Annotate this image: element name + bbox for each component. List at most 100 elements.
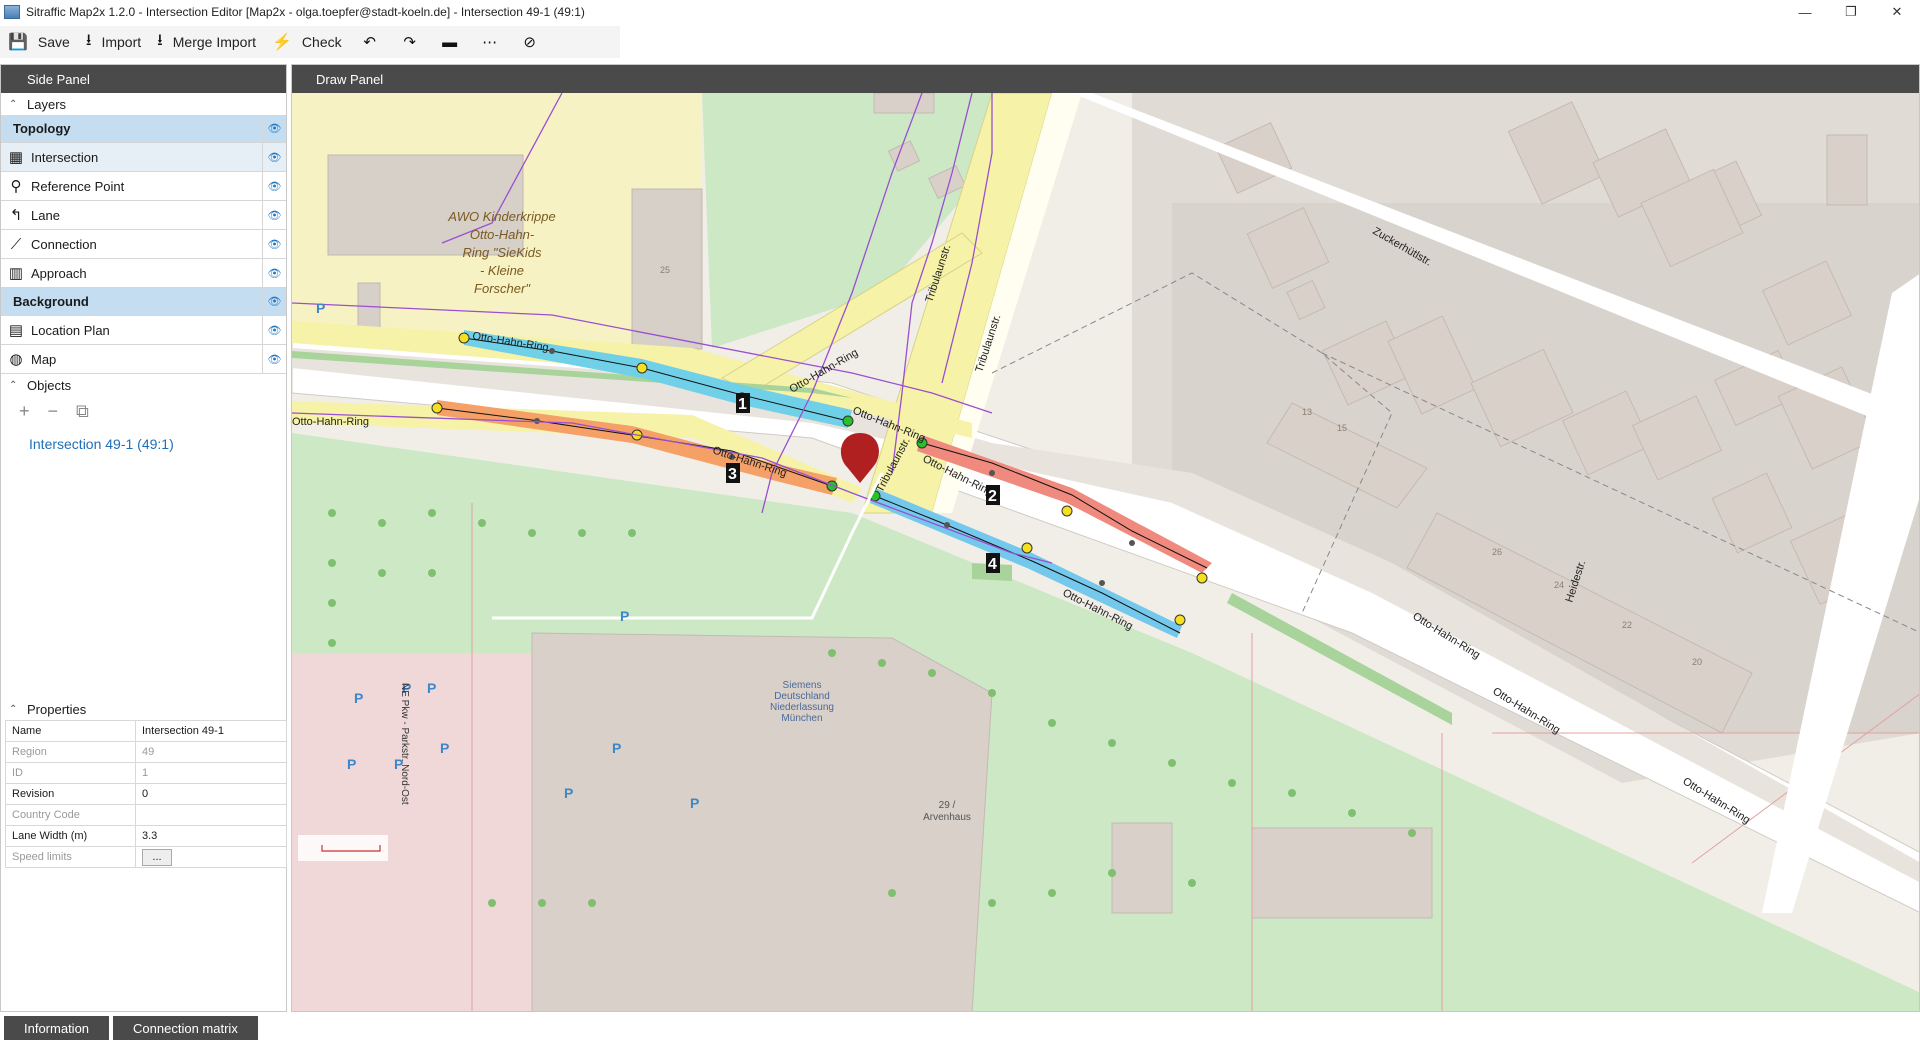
svg-text:13: 13 [1302,407,1312,417]
eye-icon[interactable]: 👁 [262,115,286,142]
property-row: ID 1 [5,762,287,784]
svg-text:2: 2 [988,488,997,505]
svg-text:Ring "SieKids: Ring "SieKids [462,245,542,260]
chevron-up-icon: ⌃ [9,98,18,110]
close-button[interactable]: ✕ [1874,0,1920,24]
connection-icon: ⟋ [10,235,22,253]
property-row: Name Intersection 49-1 [5,720,287,742]
svg-text:Otto-Hahn-: Otto-Hahn- [470,227,535,242]
svg-text:15: 15 [1337,423,1347,433]
svg-text:P: P [347,756,356,772]
svg-text:- Kleine: - Kleine [480,263,524,278]
remove-icon[interactable]: − [48,401,59,422]
svg-text:24: 24 [1554,580,1564,590]
pin-icon: ⚲ [10,178,22,195]
hide-icon[interactable]: ⊘ [510,28,550,56]
layer-intersection[interactable]: ▦ Intersection 👁 [1,143,286,172]
side-panel: Side Panel ⌃ Layers Topology 👁 ▦ Intersec… [0,64,287,1012]
merge-import-button[interactable]: ⭳ Merge Import [149,28,264,56]
properties-table: Name Intersection 49-1 Region 49 ID 1 Revis… [5,720,287,868]
measure-icon[interactable]: ⋯ [470,28,510,56]
svg-text:P: P [440,740,449,756]
import-button[interactable]: ⭳ Import [78,28,149,56]
svg-text:20: 20 [1692,657,1702,667]
eye-icon[interactable]: 👁 [262,172,286,200]
properties-section: ⌃ Properties Name Intersection 49-1 Region… [1,698,287,868]
svg-text:P: P [690,795,699,811]
minimize-button[interactable]: — [1782,0,1828,24]
download-icon: ⭳ [157,31,163,49]
property-row: Lane Width (m) 3.3 [5,825,287,847]
ruler-icon[interactable]: ▬ [430,28,470,56]
eye-icon[interactable]: 👁 [262,288,286,315]
layer-approach[interactable]: ▥ Approach 👁 [1,259,286,288]
draw-panel-header: Draw Panel [292,65,1919,93]
ne-pkw-label: NE Pkw - Parkstr. Nord-Ost [399,683,410,805]
check-button[interactable]: ⚡ Check [264,28,350,56]
window-title: Sitraffic Map2x 1.2.0 - Intersection Edi… [26,5,585,19]
svg-text:1: 1 [738,396,747,413]
add-icon[interactable]: + [19,401,30,422]
country-code-field [135,804,287,826]
speed-limits-button[interactable]: ... [142,848,172,866]
eye-icon[interactable]: 👁 [262,345,286,373]
download-icon: ⭳ [85,31,92,49]
property-row: Revision 0 [5,783,287,805]
app-icon [4,5,20,19]
revision-field[interactable]: 0 [135,783,287,805]
layer-connection[interactable]: ⟋ Connection 👁 [1,230,286,259]
property-row: Region 49 [5,741,287,763]
layer-reference-point[interactable]: ⚲ Reference Point 👁 [1,172,286,201]
layers-section-header[interactable]: ⌃ Layers [1,93,286,115]
save-button[interactable]: 💾 Save [0,28,78,56]
tab-information[interactable]: Information [4,1016,110,1040]
eye-icon[interactable]: 👁 [262,143,286,171]
svg-text:22: 22 [1622,620,1632,630]
svg-text:AWO Kinderkrippe: AWO Kinderkrippe [447,209,555,224]
object-item[interactable]: Intersection 49-1 (49:1) [1,426,286,452]
draw-panel: Draw Panel P P P P P P P P P P P AWO Kin… [291,64,1920,1012]
svg-text:P: P [354,690,363,706]
chevron-up-icon: ⌃ [9,703,18,715]
svg-text:Forscher": Forscher" [474,281,531,296]
approach-icon: ▥ [8,265,24,282]
eye-icon[interactable]: 👁 [262,259,286,287]
map-canvas[interactable]: P P P P P P P P P P P AWO Kinderkrippe O… [292,93,1920,1012]
layer-location-plan[interactable]: ▤ Location Plan 👁 [1,316,286,345]
eye-icon[interactable]: 👁 [262,230,286,258]
tab-connection-matrix[interactable]: Connection matrix [113,1016,258,1040]
lane-width-field[interactable]: 3.3 [135,825,287,847]
svg-text:Niederlassung: Niederlassung [770,702,834,713]
svg-text:P: P [612,740,621,756]
redo-icon[interactable]: ↷ [390,28,430,56]
svg-text:P: P [564,785,573,801]
chevron-up-icon: ⌃ [9,379,18,391]
svg-text:München: München [781,713,822,724]
svg-text:P: P [620,608,629,624]
property-row: Speed limits... [5,846,287,868]
copy-icon[interactable]: ⧉ [76,401,89,422]
eye-icon[interactable]: 👁 [262,201,286,229]
svg-text:Arvenhaus: Arvenhaus [923,812,971,823]
eye-icon[interactable]: 👁 [262,316,286,344]
svg-text:Otto-Hahn-Ring: Otto-Hahn-Ring [292,416,369,428]
objects-section-header[interactable]: ⌃ Objects [1,374,286,396]
toolbar: 💾 Save ⭳ Import ⭳ Merge Import ⚡ Check ↶… [0,26,620,58]
svg-text:29 /: 29 / [939,800,956,811]
svg-text:Siemens: Siemens [783,680,822,691]
layer-group-topology[interactable]: Topology 👁 [1,115,286,143]
lightning-icon: ⚡ [272,34,292,51]
save-icon: 💾 [8,34,28,51]
globe-icon: ◍ [9,351,23,368]
name-field[interactable]: Intersection 49-1 [135,720,287,742]
undo-icon[interactable]: ↶ [350,28,390,56]
properties-section-header[interactable]: ⌃ Properties [1,698,286,720]
layer-group-background[interactable]: Background 👁 [1,288,286,316]
side-panel-header: Side Panel [1,65,286,93]
layer-lane[interactable]: ↰ Lane 👁 [1,201,286,230]
intersection-icon: ▦ [8,149,24,166]
restore-button[interactable]: ❐ [1828,0,1874,24]
svg-text:Deutschland: Deutschland [774,691,830,702]
svg-text:P: P [427,680,436,696]
layer-map[interactable]: ◍ Map 👁 [1,345,286,374]
